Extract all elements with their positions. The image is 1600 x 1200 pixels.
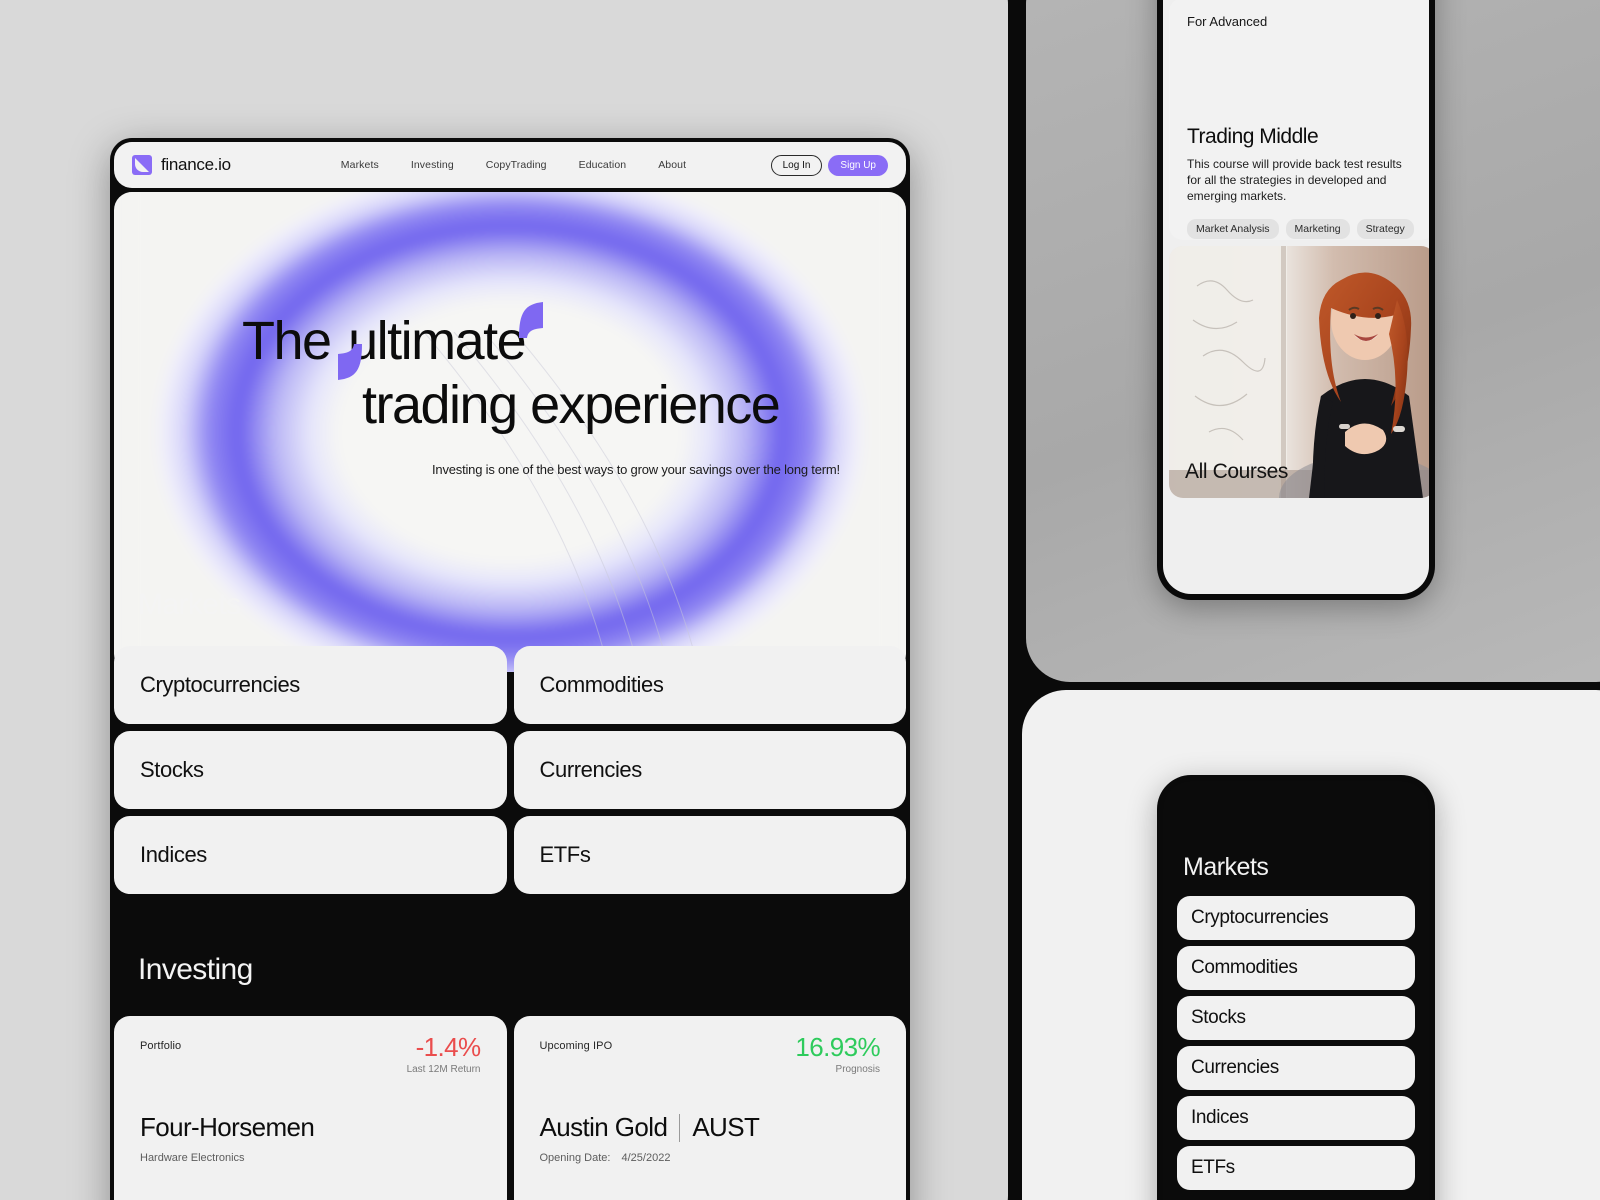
market-card-currencies[interactable]: Currencies	[513, 731, 906, 809]
market-card-indices[interactable]: Indices	[114, 816, 507, 894]
chip-strategy[interactable]: Strategy	[1356, 218, 1414, 239]
phone-markets-title: Markets	[1183, 853, 1269, 881]
phone-market-item-etfs[interactable]: ETFs	[1177, 1146, 1415, 1190]
course-card-chips: Market Analysis Marketing Strategy	[1187, 218, 1417, 239]
investing-meta-key: Hardware Electronics	[140, 1152, 245, 1164]
hero-headline-pre: The	[242, 311, 332, 371]
investing-card-upcoming-ipo[interactable]: Upcoming IPO 16.93% Prognosis Austin Gol…	[513, 1016, 906, 1200]
phone-mockup-courses: institutions that permit human society t…	[1157, 0, 1435, 600]
hero-subtext: Investing is one of the best ways to gro…	[432, 462, 840, 477]
course-description: This course will provide back test resul…	[1187, 157, 1402, 204]
phone-mockup-markets: Markets Cryptocurrencies Commodities Sto…	[1157, 775, 1435, 1200]
markets-grid: Cryptocurrencies Commodities Stocks Curr…	[114, 646, 906, 894]
nav-item-copytrading[interactable]: CopyTrading	[486, 159, 547, 171]
investing-asset-name-text: Austin Gold	[539, 1112, 668, 1142]
phone-courses-screen: institutions that permit human society t…	[1163, 0, 1429, 594]
nav-item-investing[interactable]: Investing	[411, 159, 454, 171]
investing-meta-value: 4/25/2022	[621, 1152, 671, 1164]
desktop-website-mockup: finance.io Markets Investing CopyTrading…	[110, 138, 910, 1200]
investing-prognosis-percent: 16.93%	[795, 1032, 880, 1062]
nav-item-markets[interactable]: Markets	[341, 159, 379, 171]
phone-market-item-indices[interactable]: Indices	[1177, 1096, 1415, 1140]
phone-market-item-commodities[interactable]: Commodities	[1177, 946, 1415, 990]
investing-card-stat: 16.93% Prognosis	[795, 1032, 880, 1075]
investing-meta-key: Opening Date:	[539, 1152, 611, 1164]
primary-nav: Markets Investing CopyTrading Education …	[341, 159, 686, 171]
screenshot-canvas: finance.io Markets Investing CopyTrading…	[0, 0, 1600, 1200]
phone-market-item-cryptocurrencies[interactable]: Cryptocurrencies	[1177, 896, 1415, 940]
investing-card-stat: -1.4% Last 12M Return	[406, 1032, 482, 1075]
phone-markets-screen: Markets Cryptocurrencies Commodities Sto…	[1163, 781, 1429, 1200]
chip-market-analysis[interactable]: Market Analysis	[1187, 218, 1279, 239]
market-card-stocks[interactable]: Stocks	[114, 731, 507, 809]
all-courses-photo-card[interactable]: All Courses	[1169, 246, 1429, 498]
investing-return-label: Last 12M Return	[406, 1064, 481, 1075]
header-actions: Log In Sign Up	[770, 154, 888, 176]
investing-asset-name-text: Four-Horsemen	[140, 1112, 315, 1142]
hero-headline-line1: The ultimate	[242, 302, 544, 380]
market-card-commodities[interactable]: Commodities	[513, 646, 906, 724]
finance-leaf-logo-icon	[132, 155, 152, 175]
nav-item-education[interactable]: Education	[579, 159, 627, 171]
investing-card-portfolio[interactable]: Portfolio -1.4% Last 12M Return Four-Hor…	[114, 1016, 507, 1200]
investing-asset-name: Austin Gold AUST	[540, 1112, 760, 1143]
all-courses-caption: All Courses	[1185, 460, 1288, 483]
course-card-trading-middle[interactable]: For Advanced Trading Middle This course …	[1169, 0, 1429, 240]
investing-asset-name: Four-Horsemen	[140, 1112, 315, 1143]
market-card-etfs[interactable]: ETFs	[513, 816, 906, 894]
course-title: Trading Middle	[1187, 125, 1319, 148]
course-kicker: For Advanced	[1187, 14, 1268, 29]
phone-market-item-currencies[interactable]: Currencies	[1177, 1046, 1415, 1090]
investing-grid: Portfolio -1.4% Last 12M Return Four-Hor…	[114, 1016, 906, 1200]
investing-prognosis-label: Prognosis	[835, 1064, 880, 1075]
chip-marketing[interactable]: Marketing	[1285, 218, 1350, 239]
site-header: finance.io Markets Investing CopyTrading…	[114, 142, 906, 188]
login-button[interactable]: Log In	[770, 154, 823, 176]
hero-headline-line2: trading experience	[362, 375, 781, 435]
hero-headline-highlight-wrap: ultimate	[338, 302, 544, 380]
phone-market-item-stocks[interactable]: Stocks	[1177, 996, 1415, 1040]
investing-section-title: Investing	[138, 953, 253, 986]
investing-asset-ticker: AUST	[692, 1112, 760, 1142]
brand-name: finance.io	[161, 155, 231, 174]
investing-name-divider	[679, 1113, 681, 1142]
investing-card-meta: Opening Date: 4/25/2022	[540, 1152, 671, 1164]
markets-section-title: Markets	[138, 588, 241, 621]
nav-item-about[interactable]: About	[658, 159, 686, 171]
market-card-cryptocurrencies[interactable]: Cryptocurrencies	[114, 646, 507, 724]
brand-logo[interactable]: finance.io	[132, 155, 231, 175]
investing-return-percent: -1.4%	[415, 1032, 482, 1062]
signup-button[interactable]: Sign Up	[828, 154, 888, 176]
investing-card-meta: Hardware Electronics	[140, 1152, 245, 1164]
hero-headline-highlight: ultimate	[348, 311, 527, 371]
